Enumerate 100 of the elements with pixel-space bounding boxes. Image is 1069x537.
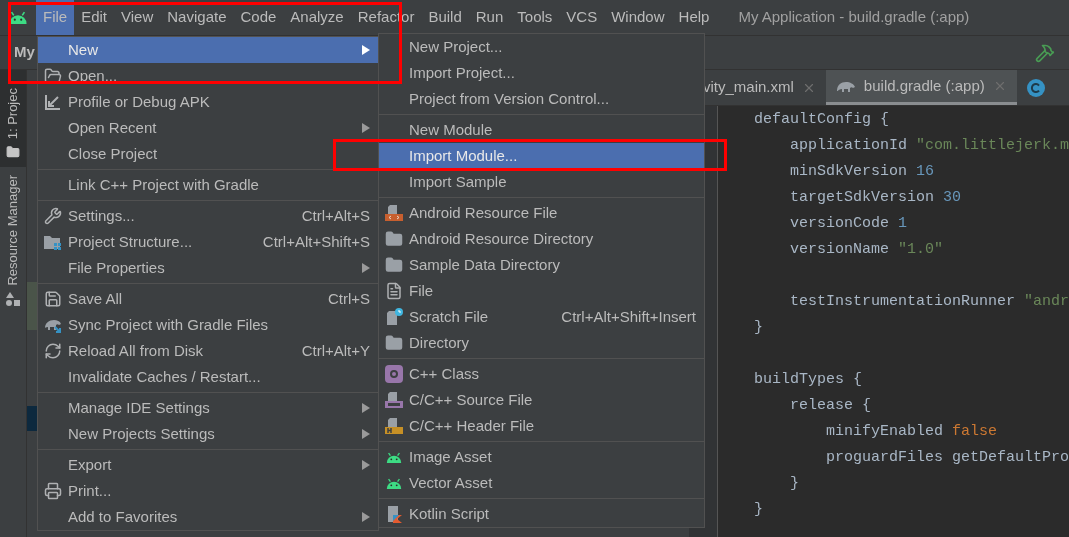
menu-bar-item[interactable]: Window bbox=[604, 0, 672, 35]
printer-icon bbox=[44, 482, 62, 500]
menu-item-label: Link C++ Project with Gradle bbox=[68, 174, 259, 195]
menu-item[interactable]: File Properties bbox=[38, 255, 378, 281]
xml-file-icon bbox=[384, 204, 404, 222]
file-icon bbox=[385, 282, 403, 300]
menu-item[interactable]: Reload All from Disk Ctrl+Alt+Y bbox=[38, 338, 378, 364]
menu-item-label: Android Resource File bbox=[409, 202, 558, 223]
menu-item-label: Import Project... bbox=[409, 62, 515, 83]
menu-item[interactable]: Add to Favorites bbox=[38, 504, 378, 530]
menu-bar-item[interactable]: Code bbox=[233, 0, 284, 35]
menu-item[interactable]: Scratch File Ctrl+Alt+Shift+Insert bbox=[379, 304, 704, 330]
menu-item[interactable]: Project Structure... Ctrl+Alt+Shift+S bbox=[38, 229, 378, 255]
shortcut-label: Ctrl+Alt+Y bbox=[301, 340, 370, 361]
code-line: targetSdkVersion 30 bbox=[788, 187, 961, 208]
menu-bar-item[interactable]: Edit bbox=[74, 0, 115, 35]
menu-item[interactable]: Sync Project with Gradle Files bbox=[38, 312, 378, 338]
menu-item[interactable]: Android Resource File bbox=[379, 200, 704, 226]
code-line: versionName "1.0" bbox=[788, 239, 943, 260]
menu-item[interactable]: Kotlin Script bbox=[379, 501, 704, 527]
menu-bar-item[interactable]: Analyze bbox=[283, 0, 351, 35]
menu-item-label: Add to Favorites bbox=[68, 506, 178, 527]
tab-label: vity_main.xml bbox=[703, 77, 794, 98]
folder-icon bbox=[384, 230, 404, 248]
code-line: testInstrumentationRunner "andr bbox=[788, 291, 1069, 312]
menu-item-label: Import Module... bbox=[409, 145, 518, 166]
menu-item[interactable]: File bbox=[379, 278, 704, 304]
menu-item-label: Close Project bbox=[68, 143, 158, 164]
menu-item-label: New bbox=[68, 39, 98, 60]
menu-item[interactable]: Android Resource Directory bbox=[379, 226, 704, 252]
code-line: } bbox=[752, 499, 763, 520]
menu-item-label: Open Recent bbox=[68, 117, 157, 138]
menu-item-label: C/C++ Source File bbox=[409, 389, 533, 410]
menu-item[interactable]: Import Sample bbox=[379, 169, 704, 195]
menu-item-label: Sync Project with Gradle Files bbox=[68, 314, 269, 335]
android-icon bbox=[385, 476, 403, 490]
code-line: proguardFiles getDefaultPro bbox=[824, 447, 1069, 468]
menu-item-label: Invalidate Caches / Restart... bbox=[68, 366, 261, 387]
menu-item-label: C/C++ Header File bbox=[409, 415, 535, 436]
elephant-icon bbox=[835, 79, 856, 93]
menu-item[interactable]: Profile or Debug APK bbox=[38, 89, 378, 115]
class-icon bbox=[1026, 78, 1045, 97]
menu-item[interactable]: Open... bbox=[38, 63, 378, 89]
menu-bar-item[interactable]: View bbox=[114, 0, 161, 35]
menu-item[interactable]: Invalidate Caches / Restart... bbox=[38, 364, 378, 390]
menu-bar-item[interactable]: Build bbox=[421, 0, 469, 35]
menu-bar-item[interactable]: Tools bbox=[510, 0, 560, 35]
menu-item-label: Import Sample bbox=[409, 171, 507, 192]
menu-item[interactable]: Manage IDE Settings bbox=[38, 395, 378, 421]
menu-item[interactable]: Export bbox=[38, 452, 378, 478]
menu-item[interactable]: New Module bbox=[379, 117, 704, 143]
shortcut-label: Ctrl+Alt+Shift+Insert bbox=[561, 306, 696, 327]
save-icon bbox=[44, 290, 62, 308]
menu-item-label: Manage IDE Settings bbox=[68, 397, 210, 418]
menu-item[interactable]: C++ Class bbox=[379, 361, 704, 387]
menu-item[interactable]: New bbox=[38, 37, 378, 63]
window-title: My Application - build.gradle (:app) bbox=[738, 7, 970, 28]
hammer-icon[interactable] bbox=[1035, 42, 1055, 63]
menu-item-label: Project from Version Control... bbox=[409, 88, 610, 109]
menu-bar-item[interactable]: VCS bbox=[559, 0, 605, 35]
folder-icon bbox=[384, 256, 404, 274]
tool-window-tab[interactable]: Resource Manager bbox=[0, 167, 26, 314]
menu-item[interactable]: Image Asset bbox=[379, 444, 704, 470]
code-line: } bbox=[788, 473, 799, 494]
menu-item-label: Open... bbox=[68, 65, 118, 86]
menu-item-label: C++ Class bbox=[409, 363, 480, 384]
tool-window-tab[interactable]: 1: Projec bbox=[0, 70, 26, 168]
code-line: release { bbox=[788, 395, 871, 416]
code-line: minSdkVersion 16 bbox=[788, 161, 934, 182]
menu-item[interactable]: New Project... bbox=[379, 34, 704, 60]
menu-item[interactable]: Link C++ Project with Gradle bbox=[38, 172, 378, 198]
menu-item[interactable]: Print... bbox=[38, 478, 378, 504]
menu-item-label: Sample Data Directory bbox=[409, 254, 560, 275]
menu-item[interactable]: C/C++ Source File bbox=[379, 387, 704, 413]
menu-bar-item[interactable]: Help bbox=[671, 0, 717, 35]
menu-item[interactable]: Import Module... bbox=[379, 143, 704, 169]
menu-item[interactable]: Directory bbox=[379, 330, 704, 356]
menu-item-label: Settings... bbox=[68, 205, 135, 226]
menu-item-label: Directory bbox=[409, 332, 469, 353]
menu-item-label: New Module bbox=[409, 119, 493, 140]
menu-item-label: File Properties bbox=[68, 257, 165, 278]
menu-item[interactable]: Save All Ctrl+S bbox=[38, 286, 378, 312]
menu-bar-item[interactable]: Run bbox=[468, 0, 511, 35]
menu-bar-item[interactable]: Navigate bbox=[160, 0, 234, 35]
menu-item[interactable]: Settings... Ctrl+Alt+S bbox=[38, 203, 378, 229]
code-line: applicationId "com.littlejerk.m bbox=[788, 135, 1069, 156]
menu-item[interactable]: Vector Asset bbox=[379, 470, 704, 496]
android-icon bbox=[385, 450, 403, 464]
editor-tab[interactable]: build.gradle (:app) bbox=[825, 70, 1017, 105]
menu-item-label: File bbox=[409, 280, 434, 301]
folder-icon bbox=[384, 334, 404, 352]
menu-item[interactable]: Open Recent bbox=[38, 115, 378, 141]
tab-label: build.gradle (:app) bbox=[863, 75, 985, 96]
refresh-icon bbox=[44, 342, 62, 360]
menu-item[interactable]: C/C++ Header File bbox=[379, 413, 704, 439]
file-clock-icon bbox=[384, 308, 404, 326]
menu-item[interactable]: New Projects Settings bbox=[38, 421, 378, 447]
menu-item[interactable]: Close Project bbox=[38, 141, 378, 167]
menu-item-label: Export bbox=[68, 454, 112, 475]
menu-item[interactable]: Sample Data Directory bbox=[379, 252, 704, 278]
